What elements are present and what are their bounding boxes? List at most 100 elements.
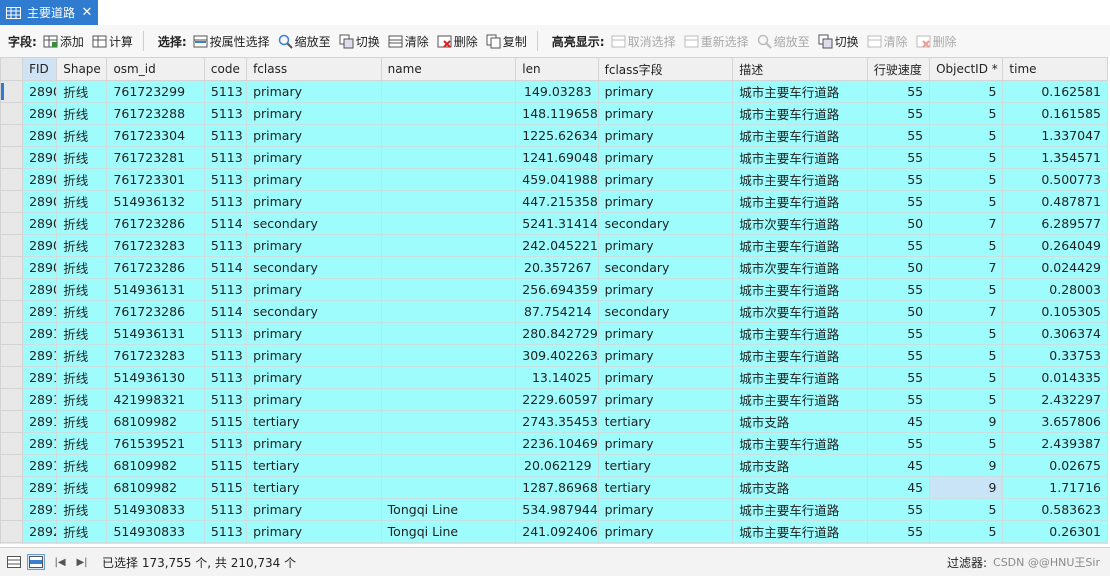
row-selector[interactable] bbox=[0, 344, 24, 367]
cell-code[interactable]: 5114 bbox=[203, 300, 248, 323]
delete-selection-button[interactable]: 删除 bbox=[437, 33, 478, 50]
cell-osm-id[interactable]: 761723283 bbox=[106, 234, 205, 257]
cell-name[interactable] bbox=[380, 278, 517, 301]
cell-fclass-field[interactable]: secondary bbox=[597, 212, 734, 235]
cell-code[interactable]: 5113 bbox=[203, 498, 248, 521]
cell-objectid[interactable]: 5 bbox=[929, 102, 1004, 125]
cell-fid[interactable]: 2891 bbox=[22, 344, 58, 367]
cell-description[interactable]: 城市主要车行道路 bbox=[732, 498, 868, 521]
cell-objectid[interactable]: 7 bbox=[929, 300, 1004, 323]
cell-fid[interactable]: 2891 bbox=[22, 476, 58, 499]
column-header-len[interactable]: len bbox=[515, 57, 599, 81]
clear-selection-button[interactable]: 清除 bbox=[388, 33, 429, 50]
table-row[interactable]: 2890折线7617232835113primary242.045221prim… bbox=[0, 234, 1108, 257]
row-selector[interactable] bbox=[0, 520, 24, 543]
cell-len[interactable]: 309.402263 bbox=[515, 344, 599, 367]
cell-code[interactable]: 5113 bbox=[203, 234, 248, 257]
column-header-description[interactable]: 描述 bbox=[732, 57, 868, 81]
cell-fid[interactable]: 2890 bbox=[22, 278, 58, 301]
cell-code[interactable]: 5113 bbox=[203, 190, 248, 213]
cell-description[interactable]: 城市次要车行道路 bbox=[732, 256, 868, 279]
cell-time[interactable]: 1.71716 bbox=[1002, 476, 1108, 499]
cell-osm-id[interactable]: 68109982 bbox=[106, 410, 205, 433]
cell-time[interactable]: 0.161585 bbox=[1002, 102, 1108, 125]
cell-time[interactable]: 6.289577 bbox=[1002, 212, 1108, 235]
table-row[interactable]: 2890折线7617232995113primary149.03283prima… bbox=[0, 80, 1108, 103]
row-selector[interactable] bbox=[0, 278, 24, 301]
cell-fclass-field[interactable]: primary bbox=[597, 124, 734, 147]
cell-fclass[interactable]: secondary bbox=[246, 212, 382, 235]
column-header-speed[interactable]: 行驶速度 bbox=[866, 57, 931, 81]
cell-speed[interactable]: 55 bbox=[866, 146, 931, 169]
cell-fclass-field[interactable]: primary bbox=[597, 146, 734, 169]
highlight-zoom-to-button[interactable]: 缩放至 bbox=[757, 33, 810, 50]
cell-speed[interactable]: 55 bbox=[866, 498, 931, 521]
table-row[interactable]: 2891折线7617232835113primary309.402263prim… bbox=[0, 344, 1108, 367]
column-header-fclass[interactable]: fclass bbox=[246, 57, 382, 81]
row-selector[interactable] bbox=[0, 256, 24, 279]
cell-osm-id[interactable]: 761723288 bbox=[106, 102, 205, 125]
show-selected-records-icon[interactable] bbox=[27, 554, 45, 570]
cell-description[interactable]: 城市主要车行道路 bbox=[732, 80, 868, 103]
cell-len[interactable]: 1225.626347 bbox=[515, 124, 599, 147]
cell-name[interactable] bbox=[380, 344, 517, 367]
cell-name[interactable] bbox=[380, 124, 517, 147]
cell-code[interactable]: 5113 bbox=[203, 322, 248, 345]
cell-fclass-field[interactable]: tertiary bbox=[597, 454, 734, 477]
cell-objectid[interactable]: 5 bbox=[929, 234, 1004, 257]
cell-speed[interactable]: 55 bbox=[866, 278, 931, 301]
row-selector[interactable] bbox=[0, 102, 24, 125]
calculate-field-button[interactable]: 计算 bbox=[92, 33, 133, 50]
cell-code[interactable]: 5113 bbox=[203, 344, 248, 367]
table-row[interactable]: 2892折线5149308335113primaryTongqi Line140… bbox=[0, 542, 1108, 544]
table-row[interactable]: 2891折线7617232865114secondary87.754214sec… bbox=[0, 300, 1108, 323]
cell-shape[interactable]: 折线 bbox=[56, 190, 108, 213]
cell-shape[interactable]: 折线 bbox=[56, 520, 108, 543]
cell-fclass[interactable]: primary bbox=[246, 542, 382, 544]
cell-osm-id[interactable]: 761723286 bbox=[106, 256, 205, 279]
cell-code[interactable]: 5113 bbox=[203, 388, 248, 411]
row-selector[interactable] bbox=[0, 212, 24, 235]
cell-name[interactable] bbox=[380, 146, 517, 169]
cell-description[interactable]: 城市主要车行道路 bbox=[732, 542, 868, 544]
cell-fclass[interactable]: tertiary bbox=[246, 410, 382, 433]
cell-fclass-field[interactable]: tertiary bbox=[597, 410, 734, 433]
tab-main-roads[interactable]: 主要道路 ✕ bbox=[0, 0, 98, 25]
column-header-objectid[interactable]: ObjectID * bbox=[929, 57, 1004, 81]
cell-code[interactable]: 5115 bbox=[203, 476, 248, 499]
cell-code[interactable]: 5113 bbox=[203, 366, 248, 389]
cell-len[interactable]: 20.357267 bbox=[515, 256, 599, 279]
cell-osm-id[interactable]: 421998321 bbox=[106, 388, 205, 411]
table-row[interactable]: 2891折线5149361315113primary280.842729prim… bbox=[0, 322, 1108, 345]
cell-objectid[interactable]: 5 bbox=[929, 146, 1004, 169]
cell-description[interactable]: 城市主要车行道路 bbox=[732, 432, 868, 455]
cell-time[interactable]: 1.337047 bbox=[1002, 124, 1108, 147]
cell-time[interactable]: 0.28003 bbox=[1002, 278, 1108, 301]
cell-speed[interactable]: 55 bbox=[866, 388, 931, 411]
column-header-name[interactable]: name bbox=[380, 57, 517, 81]
cell-objectid[interactable]: 5 bbox=[929, 520, 1004, 543]
cell-objectid[interactable]: 9 bbox=[929, 476, 1004, 499]
cell-fclass[interactable]: primary bbox=[246, 190, 382, 213]
cell-name[interactable] bbox=[380, 168, 517, 191]
table-row[interactable]: 2891折线681099825115tertiary20.062129terti… bbox=[0, 454, 1108, 477]
cell-objectid[interactable]: 9 bbox=[929, 410, 1004, 433]
row-selector[interactable] bbox=[0, 146, 24, 169]
column-header-shape[interactable]: Shape bbox=[56, 57, 108, 81]
cell-description[interactable]: 城市主要车行道路 bbox=[732, 234, 868, 257]
cell-code[interactable]: 5113 bbox=[203, 520, 248, 543]
cell-time[interactable]: 0.024429 bbox=[1002, 256, 1108, 279]
row-selector[interactable] bbox=[0, 498, 24, 521]
copy-selection-button[interactable]: 复制 bbox=[486, 33, 527, 50]
cell-fclass[interactable]: tertiary bbox=[246, 454, 382, 477]
cell-objectid[interactable]: 5 bbox=[929, 344, 1004, 367]
table-row[interactable]: 2890折线7617232815113primary1241.690483pri… bbox=[0, 146, 1108, 169]
cell-fid[interactable]: 2890 bbox=[22, 146, 58, 169]
cell-objectid[interactable]: 5 bbox=[929, 278, 1004, 301]
cell-name[interactable] bbox=[380, 454, 517, 477]
cell-objectid[interactable]: 9 bbox=[929, 454, 1004, 477]
cell-speed[interactable]: 50 bbox=[866, 212, 931, 235]
cell-code[interactable]: 5113 bbox=[203, 432, 248, 455]
cell-fid[interactable]: 2890 bbox=[22, 256, 58, 279]
cell-len[interactable]: 20.062129 bbox=[515, 454, 599, 477]
